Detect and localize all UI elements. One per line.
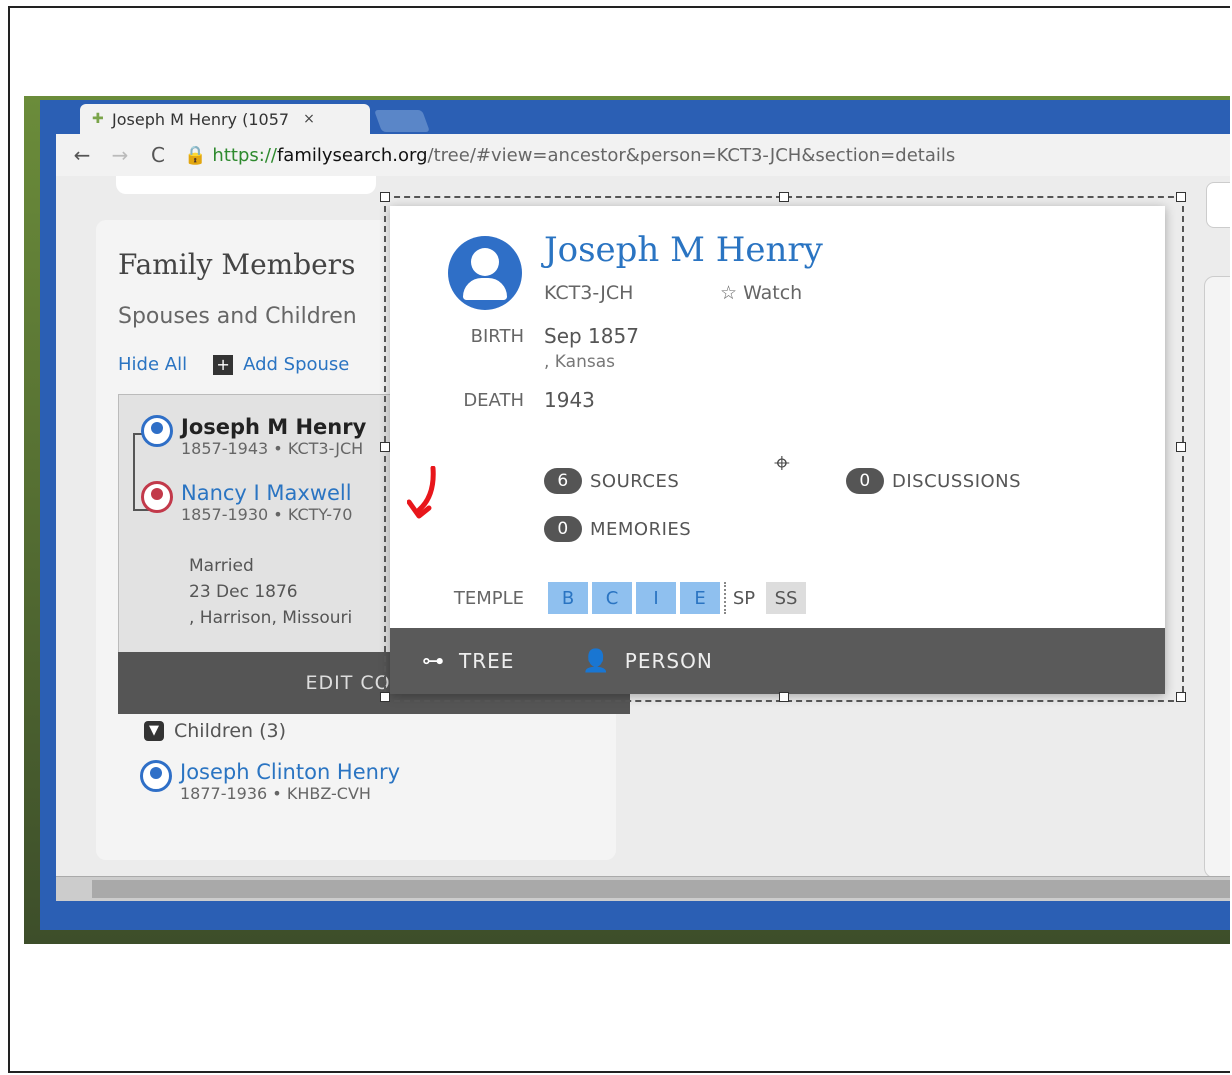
- resize-handle-top-left[interactable]: [380, 192, 390, 202]
- url-scheme: https://: [212, 144, 277, 166]
- resize-handle-bottom[interactable]: [779, 692, 789, 702]
- child-entry[interactable]: Joseph Clinton Henry 1877-1936 • KHBZ-CV…: [140, 760, 400, 803]
- lock-icon: 🔒: [184, 144, 207, 166]
- wife-name[interactable]: Nancy I Maxwell: [181, 481, 352, 505]
- right-side-panel: [1204, 276, 1230, 878]
- tab-close-icon[interactable]: ×: [303, 111, 315, 127]
- tab-title: Joseph M Henry (1057: [112, 109, 290, 129]
- male-avatar-icon: [140, 760, 172, 792]
- address-bar[interactable]: 🔒 https:// familysearch.org /tree/#view=…: [184, 140, 1230, 170]
- url-path: /tree/#view=ancestor&person=KCT3-JCH&sec…: [427, 144, 956, 166]
- children-label: Children (3): [174, 720, 287, 742]
- hide-all-link[interactable]: Hide All: [118, 354, 187, 375]
- married-place: , Harrison, Missouri: [189, 608, 353, 628]
- new-tab-button[interactable]: [373, 110, 431, 132]
- image-frame: ✚ Joseph M Henry (1057 × ← → C 🔒 https:/…: [8, 6, 1230, 1073]
- husband-entry[interactable]: Joseph M Henry 1857-1943 • KCT3-JCH: [141, 415, 366, 458]
- female-avatar-icon: [141, 481, 173, 513]
- spouses-heading: Spouses and Children: [118, 304, 357, 329]
- family-actions: Hide All + Add Spouse: [118, 354, 349, 375]
- forward-arrow-icon[interactable]: →: [108, 143, 132, 167]
- chevron-down-icon: ▼: [144, 721, 164, 741]
- horizontal-scrollbar[interactable]: [56, 876, 1230, 901]
- top-card-edge: [116, 176, 376, 194]
- resize-handle-bottom-right[interactable]: [1176, 692, 1186, 702]
- reload-icon[interactable]: C: [146, 143, 170, 167]
- male-avatar-icon: [141, 415, 173, 447]
- browser-toolbar: ← → C 🔒 https:// familysearch.org /tree/…: [56, 134, 1230, 176]
- resize-handle-top[interactable]: [779, 192, 789, 202]
- right-top-control[interactable]: [1206, 182, 1230, 228]
- husband-dates: 1857-1943 • KCT3-JCH: [181, 439, 364, 458]
- screenshot: ✚ Joseph M Henry (1057 × ← → C 🔒 https:/…: [24, 96, 1230, 944]
- resize-handle-left[interactable]: [380, 442, 390, 452]
- resize-handle-right[interactable]: [1176, 442, 1186, 452]
- familysearch-tree-icon: ✚: [92, 111, 104, 127]
- red-arrow-annotation: [407, 466, 436, 519]
- plus-icon: +: [213, 354, 234, 375]
- child-dates: 1877-1936 • KHBZ-CVH: [180, 784, 371, 803]
- wife-entry[interactable]: Nancy I Maxwell 1857-1930 • KCTY-70: [141, 481, 352, 524]
- family-members-title: Family Members: [118, 248, 356, 281]
- children-toggle[interactable]: ▼ Children (3): [144, 720, 286, 742]
- add-spouse-link[interactable]: Add Spouse: [243, 354, 349, 375]
- resize-handle-top-right[interactable]: [1176, 192, 1186, 202]
- husband-name: Joseph M Henry: [181, 415, 367, 439]
- move-crosshair-icon[interactable]: ⌖: [774, 446, 790, 480]
- child-name[interactable]: Joseph Clinton Henry: [180, 760, 400, 784]
- marriage-info: Married 23 Dec 1876 , Harrison, Missouri: [189, 553, 352, 631]
- url-domain: familysearch.org: [276, 144, 428, 166]
- back-arrow-icon[interactable]: ←: [70, 143, 94, 167]
- scrollbar-thumb[interactable]: [92, 880, 1230, 898]
- married-label: Married: [189, 556, 254, 576]
- married-date: 23 Dec 1876: [189, 582, 298, 602]
- resize-handle-bottom-left[interactable]: [380, 692, 390, 702]
- browser-tab[interactable]: ✚ Joseph M Henry (1057 ×: [80, 104, 370, 134]
- wife-dates: 1857-1930 • KCTY-70: [181, 505, 353, 524]
